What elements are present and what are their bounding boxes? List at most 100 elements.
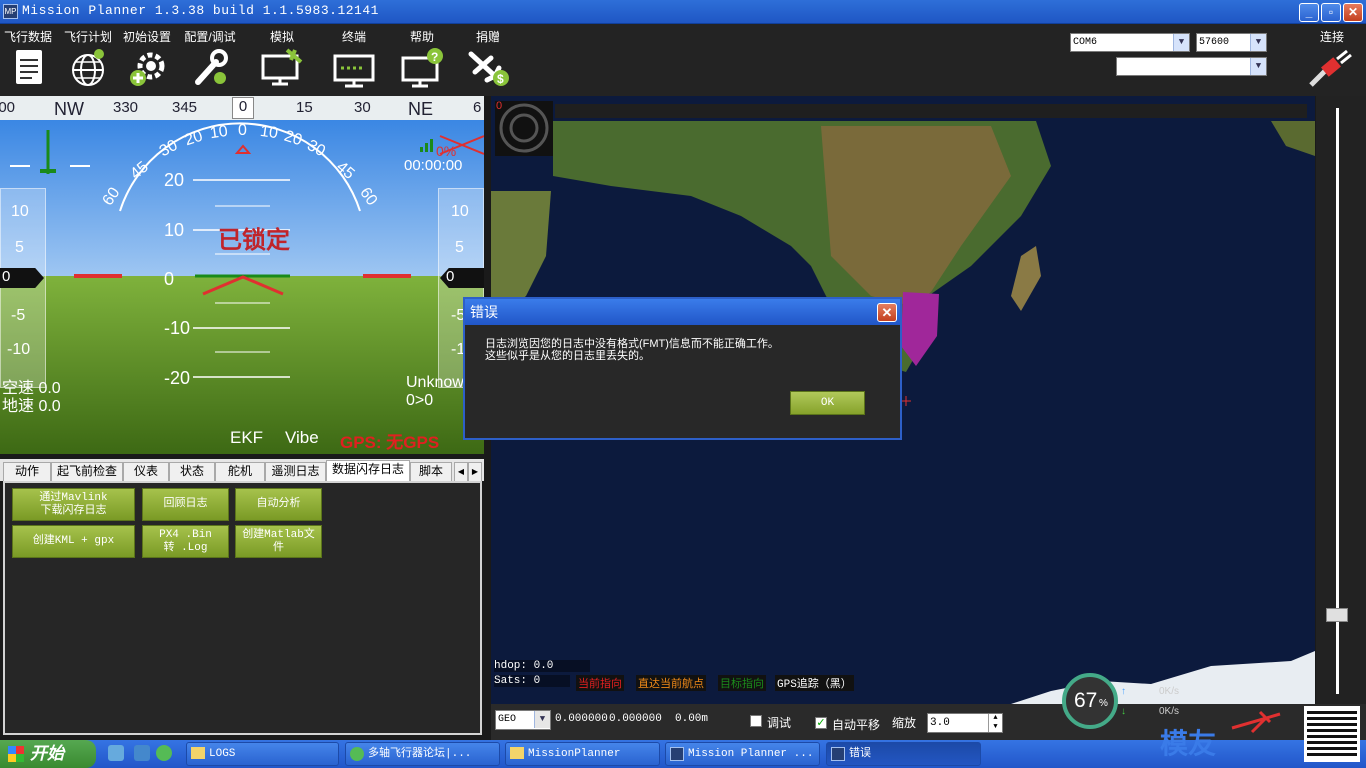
flight-mode: Unknow [406,374,464,391]
flight-plan-icon [72,49,104,86]
create-matlab-button[interactable]: 创建Matlab文 件 [235,525,322,558]
zoom-label: 缩放 [892,716,917,730]
tab-servo[interactable]: 舵机 [215,462,265,481]
watermark-plane-icon [1230,706,1282,736]
tab-scroll-left-button[interactable]: ◀ [454,462,468,481]
connect-button[interactable]: 连接 [1306,28,1358,89]
chevron-down-icon: ▼ [1250,34,1266,51]
flight-timer: 00:00:00 [404,157,463,174]
altitude-value: 0 [440,268,484,288]
tab-telemetry-logs[interactable]: 遥测日志 [265,462,326,481]
tab-dataflash-logs[interactable]: 数据闪存日志 [326,460,410,481]
tab-scroll-right-button[interactable]: ▶ [468,462,482,481]
menu-help[interactable]: 帮助 ? [396,28,448,88]
taskbar-item-missionplanner-folder[interactable]: MissionPlanner [505,742,660,766]
dialog-close-button[interactable]: ✕ [877,303,897,322]
initial-setup-icon [130,52,165,86]
chevron-down-icon: ▼ [534,711,550,728]
debug-checkbox[interactable] [750,715,762,727]
com-port-select[interactable]: COM6 ▼ [1070,33,1190,52]
tab-preflight[interactable]: 起飞前检查 [51,462,123,481]
menu-donate[interactable]: 捐赠 $ [462,28,514,88]
plug-icon [1309,49,1352,87]
tab-gauges[interactable]: 仪表 [123,462,169,481]
legend-gps-track: GPS追踪（黑） [775,675,854,691]
autopan-checkbox[interactable]: ✓ [815,717,827,729]
zoom-slider-handle[interactable] [1326,608,1348,622]
signal-icon [420,139,433,152]
hdop-readout: hdop: 0.0 [494,660,590,672]
link-select[interactable]: ▼ [1116,57,1267,76]
sats-readout: Sats: 0 [494,675,570,687]
close-window-button[interactable]: ✕ [1343,3,1363,22]
download-dataflash-button[interactable]: 通过Mavlink 下载闪存日志 [12,488,135,521]
taskbar-item-missionplanner-app[interactable]: Mission Planner ... [665,742,820,766]
airspeed-value: 0 [0,268,44,288]
browser-launch-icon[interactable] [156,745,172,761]
ekf-indicator[interactable]: EKF [230,428,263,448]
upload-speed: 0K/s [1159,686,1180,697]
baud-rate-select[interactable]: 57600 ▼ [1196,33,1267,52]
armed-status: 已锁定 [218,227,290,254]
tab-scripts[interactable]: 脚本 [410,462,452,481]
review-log-button[interactable]: 回顾日志 [142,488,229,521]
gps-status: GPS: 无GPS [340,433,440,452]
map-counter: 0 [496,100,503,112]
config-tuning-icon [195,49,228,85]
auto-analysis-button[interactable]: 自动分析 [235,488,322,521]
svg-text:?: ? [431,50,438,64]
folder-icon [191,747,205,759]
menu-flight-data[interactable]: 飞行数据 [2,28,54,88]
autopan-label: 自动平移 [832,718,881,732]
start-button[interactable]: 开始 [0,740,96,768]
menu-simulation[interactable]: 模拟 [254,28,310,88]
tab-status[interactable]: 状态 [169,462,215,481]
tab-actions[interactable]: 动作 [3,462,51,481]
menu-flight-plan[interactable]: 飞行计划 [62,28,114,88]
menu-terminal[interactable]: 终端 [328,28,380,88]
vibe-indicator[interactable]: Vibe [285,428,319,448]
airspeed-tape: 10 5 -5 -10 [0,188,46,388]
watermark: 模友 [1160,728,1217,759]
debug-label: 调试 [767,716,792,730]
zoom-input[interactable]: 3.0 ▲ ▼ [927,713,1003,733]
download-arrow-icon: ↓ [1121,706,1126,717]
folder-icon [510,747,524,759]
help-icon: ? [401,48,443,88]
browser-icon [350,747,364,761]
maximize-button[interactable]: ▫ [1321,3,1341,22]
coord-system-select[interactable]: GEO ▼ [495,710,551,730]
zoom-slider-track[interactable] [1336,108,1339,694]
taskbar-item-forum[interactable]: 多轴飞行器论坛|... [345,742,500,766]
download-speed: 0K/s [1159,706,1180,717]
taskbar-item-error[interactable]: 错误 [826,742,981,766]
menu-initial-setup[interactable]: 初始设置 [120,28,174,88]
error-dialog: 错误 ✕ 日志浏览因您的日志中没有格式(FMT)信息而不能正确工作。 这些似乎是… [463,297,902,440]
minimize-button[interactable]: _ [1299,3,1319,22]
cpu-gauge: 67 % [1062,673,1118,729]
menu-config-tuning[interactable]: 配置/调试 [182,28,238,88]
taskbar-item-logs[interactable]: LOGS [186,742,339,766]
svg-text:$: $ [497,72,504,86]
app-icon [670,747,684,761]
compass-widget [495,101,553,156]
quick-launch [108,745,178,763]
waypoint-distance: 0>0 [406,392,434,409]
create-kml-gpx-button[interactable]: 创建KML + gpx [12,525,135,558]
chevron-down-icon: ▼ [1250,58,1266,75]
convert-bin-log-button[interactable]: PX4 .Bin 转 .Log [142,525,229,558]
longitude-readout: 0.000000 [609,713,662,725]
altitude-readout: 0.00m [675,713,709,725]
flight-data-icon [16,50,42,84]
explorer-launch-icon[interactable] [134,745,150,761]
donate-icon: $ [468,51,509,86]
ok-button[interactable]: OK [790,391,865,415]
windows-logo-icon [8,746,24,762]
chevron-down-icon: ▼ [1173,34,1189,51]
app-logo-icon: MP [3,4,18,19]
app-icon [831,747,845,761]
dialog-title: 错误 [465,299,900,325]
show-desktop-icon[interactable] [108,745,124,761]
simulation-icon [261,48,303,86]
zoom-spinner[interactable]: ▲ ▼ [988,714,1002,732]
